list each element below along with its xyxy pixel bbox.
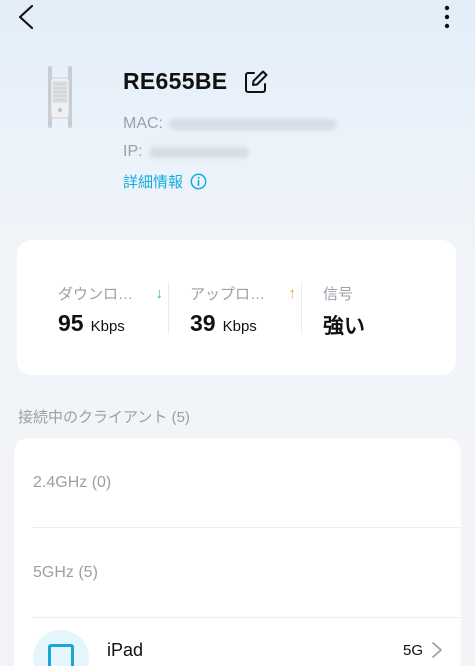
range-extender-image [48, 66, 72, 128]
band-group-5ghz[interactable]: 5GHz (5) [33, 564, 98, 582]
download-label: ダウンロ… [58, 286, 134, 303]
info-icon [190, 173, 207, 190]
top-bar [0, 0, 475, 40]
client-band: 5G [402, 642, 423, 659]
signal-value-row: 強い [323, 310, 456, 340]
download-value: 95 [58, 310, 84, 336]
download-label-row: ダウンロ… ↓ [58, 283, 169, 304]
upload-stat: アップロ… ↑ 39 Kbps [169, 240, 302, 375]
details-link-label: 詳細情報 [123, 174, 184, 191]
chevron-right-icon [432, 642, 442, 658]
download-arrow-icon: ↓ [155, 285, 164, 302]
divider [32, 617, 461, 618]
upload-label-row: アップロ… ↑ [190, 283, 302, 304]
device-name-row: RE655BE [123, 68, 269, 95]
back-chevron-icon[interactable] [14, 4, 40, 30]
details-link[interactable]: 詳細情報 [123, 171, 207, 192]
download-value-row: 95 Kbps [58, 310, 169, 337]
tablet-icon [33, 630, 89, 666]
client-name: iPad [107, 640, 144, 660]
mac-label: MAC: [123, 115, 163, 132]
device-name: RE655BE [123, 68, 228, 94]
signal-value: 強い [323, 315, 365, 338]
mac-value-redacted [169, 118, 337, 130]
download-unit: Kbps [90, 318, 125, 335]
mac-address-row: MAC: [123, 115, 337, 133]
ip-address-row: IP: [123, 143, 249, 161]
more-options-icon[interactable] [437, 4, 457, 30]
divider [32, 527, 461, 528]
upload-unit: Kbps [222, 318, 257, 335]
stats-card: ダウンロ… ↓ 95 Kbps アップロ… ↑ 39 Kbps 信号 強い [17, 240, 456, 375]
signal-label: 信号 [323, 286, 354, 303]
upload-label: アップロ… [190, 286, 266, 303]
clients-card: 2.4GHz (0) 5GHz (5) iPad 5G [14, 438, 461, 666]
connected-clients-title: 接続中のクライアント (5) [18, 409, 190, 426]
ip-label: IP: [123, 143, 143, 160]
signal-stat: 信号 強い [302, 240, 456, 375]
client-row[interactable]: iPad 5G [14, 630, 461, 666]
upload-arrow-icon: ↑ [288, 285, 297, 302]
edit-icon[interactable] [243, 69, 269, 95]
upload-value-row: 39 Kbps [190, 310, 302, 337]
band-group-2-4ghz[interactable]: 2.4GHz (0) [33, 474, 111, 492]
ip-value-redacted [148, 146, 249, 158]
download-stat: ダウンロ… ↓ 95 Kbps [17, 240, 169, 375]
upload-value: 39 [190, 310, 216, 336]
